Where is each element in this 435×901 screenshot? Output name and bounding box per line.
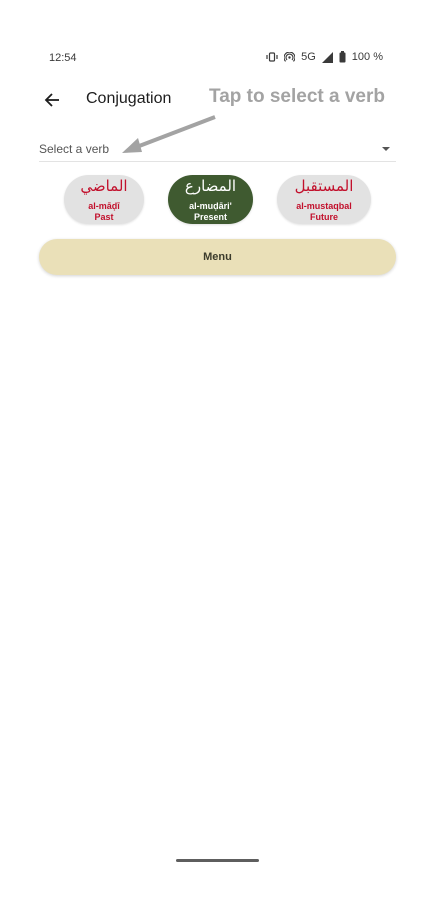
- verb-select-dropdown[interactable]: Select a verb: [39, 137, 396, 162]
- tense-transliteration: al-mustaqbal: [296, 201, 352, 211]
- tense-arabic: الماضي: [80, 177, 128, 195]
- verb-select-placeholder: Select a verb: [39, 142, 110, 156]
- dropdown-caret-icon: [382, 147, 390, 151]
- gesture-nav-handle[interactable]: [176, 859, 259, 862]
- status-time: 12:54: [49, 52, 77, 64]
- tense-arabic: المستقبل: [294, 177, 354, 195]
- page-title: Conjugation: [86, 90, 172, 107]
- battery-icon: [339, 51, 346, 63]
- hint-text: Tap to select a verb: [209, 86, 385, 107]
- battery-percent: 100 %: [351, 51, 383, 63]
- back-button[interactable]: [40, 88, 64, 112]
- status-bar: 12:54 5G 100 %: [0, 50, 435, 66]
- menu-button[interactable]: Menu: [39, 239, 396, 275]
- status-icons: 5G 100 %: [266, 51, 383, 63]
- tense-chip-past[interactable]: الماضي al-māḍī Past: [64, 175, 144, 224]
- tense-selector: الماضي al-māḍī Past المضارع al-muḍāri' P…: [0, 175, 435, 225]
- signal-icon: [321, 51, 333, 63]
- tense-english: Future: [310, 212, 338, 222]
- tense-arabic: المضارع: [184, 177, 237, 195]
- tense-chip-future[interactable]: المستقبل al-mustaqbal Future: [277, 175, 371, 224]
- tense-english: Past: [94, 212, 114, 222]
- network-label: 5G: [301, 51, 316, 63]
- tense-transliteration: al-muḍāri': [189, 201, 232, 211]
- vibrate-icon: [266, 52, 278, 62]
- arrow-back-icon: [44, 93, 59, 107]
- tense-transliteration: al-māḍī: [88, 201, 120, 211]
- tense-chip-present[interactable]: المضارع al-muḍāri' Present: [168, 175, 253, 224]
- hotspot-icon: [284, 51, 296, 63]
- tense-english: Present: [193, 212, 228, 222]
